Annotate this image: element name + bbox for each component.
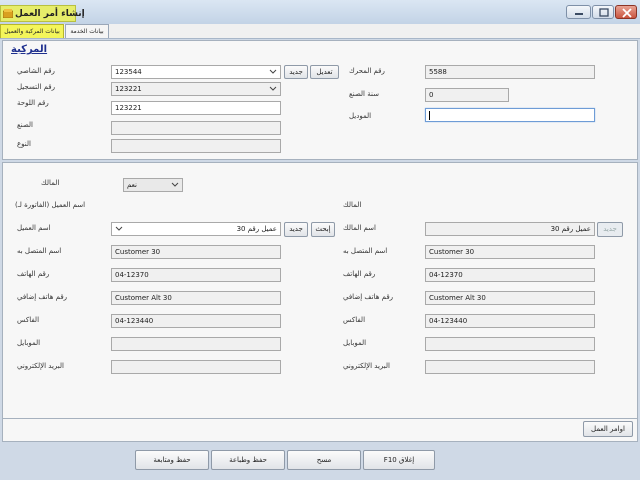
owner-name-input[interactable]: عميل رقم 30 [425, 222, 595, 236]
model-label: الموديل [349, 112, 372, 120]
contact-label: اسم المتصل به [17, 247, 62, 255]
save-follow-button[interactable]: حفظ ومتابعة [135, 450, 209, 470]
window-title-box: إنشاء أمر العمل [0, 5, 85, 22]
work-orders-button[interactable]: اوامر العمل [583, 421, 633, 437]
close-f10-button[interactable]: F10 إغلاق [363, 450, 435, 470]
registration-combo[interactable]: 123221 [111, 82, 281, 96]
fax-input[interactable]: 04-123440 [111, 314, 281, 328]
customer-name-label: اسم العميل [17, 224, 51, 232]
tab-strip: بيانات المركبة والعميل بيانات الخدمة [0, 24, 640, 39]
email-label: البريد الإلكتروني [17, 362, 64, 370]
plate-label: رقم اللوحة [17, 99, 49, 107]
save-print-button[interactable]: حفظ وطباعة [211, 450, 285, 470]
year-label: سنة الصنع [349, 90, 379, 98]
tab-vehicle-customer[interactable]: بيانات المركبة والعميل [0, 24, 64, 38]
owner-phone-label: رقم الهاتف [343, 270, 376, 278]
alt-phone-label: رقم هاتف إضافي [17, 293, 68, 301]
chassis-edit-button[interactable]: تعديل [310, 65, 339, 79]
contact-input[interactable]: Customer 30 [111, 245, 281, 259]
vehicle-panel: المركبة رقم الشاصي 123544 جديد تعديل رقم… [2, 40, 638, 160]
customer-name-combo[interactable]: عميل رقم 30 [111, 222, 281, 236]
maximize-button[interactable] [592, 5, 614, 19]
owner-small-button[interactable]: جديد [597, 222, 623, 237]
mobile-label: الموبايل [17, 339, 41, 347]
owner-alt-phone-label: رقم هاتف إضافي [343, 293, 394, 301]
engine-label: رقم المحرك [349, 67, 385, 75]
minimize-button[interactable] [566, 5, 591, 19]
owner-fax-input[interactable]: 04-123440 [425, 314, 595, 328]
owner-select[interactable]: نعم [123, 178, 183, 192]
chevron-down-icon [115, 226, 123, 231]
fax-label: الفاكس [17, 316, 40, 324]
panel-divider [3, 418, 637, 419]
window-title: إنشاء أمر العمل [15, 9, 85, 19]
owner-email-label: البريد الإلكتروني [343, 362, 390, 370]
customer-search-button[interactable]: إبحث [311, 222, 335, 237]
vehicle-section-title: المركبة [11, 44, 48, 55]
make-label: الصنع [17, 121, 33, 129]
engine-input[interactable]: 5588 [425, 65, 595, 79]
model-input[interactable] [425, 108, 595, 122]
owner-name-label: اسم المالك [343, 224, 376, 232]
owner-section-label: المالك [343, 201, 362, 209]
registration-label: رقم التسجيل [17, 83, 55, 91]
chassis-new-button[interactable]: جديد [284, 65, 308, 79]
owner-email-input[interactable] [425, 360, 595, 374]
tab-service-data[interactable]: بيانات الخدمة [65, 24, 109, 38]
owner-mobile-input[interactable] [425, 337, 595, 351]
type-label: النوع [17, 140, 31, 148]
year-input[interactable]: 0 [425, 88, 509, 102]
phone-input[interactable]: 04-12370 [111, 268, 281, 282]
owner-phone-input[interactable]: 04-12370 [425, 268, 595, 282]
text-caret [429, 110, 430, 120]
phone-label: رقم الهاتف [17, 270, 50, 278]
title-bar: إنشاء أمر العمل [0, 0, 640, 25]
app-icon [3, 9, 13, 18]
alt-phone-input[interactable]: Customer Alt 30 [111, 291, 281, 305]
owner-contact-label: اسم المتصل به [343, 247, 388, 255]
chevron-down-icon [171, 182, 179, 187]
chevron-down-icon [269, 86, 277, 91]
customer-panel: المالك نعم اسم العميل (الفاتورة لـ) الما… [2, 162, 638, 442]
type-input[interactable] [111, 139, 281, 153]
mobile-input[interactable] [111, 337, 281, 351]
footer-bar: حفظ ومتابعة حفظ وطباعة مسح F10 إغلاق [0, 444, 640, 480]
make-input[interactable] [111, 121, 281, 135]
email-input[interactable] [111, 360, 281, 374]
plate-input[interactable]: 123221 [111, 101, 281, 115]
customer-new-button[interactable]: جديد [284, 222, 308, 237]
invoice-name-label: اسم العميل (الفاتورة لـ) [15, 201, 86, 209]
clear-button[interactable]: مسح [287, 450, 361, 470]
owner-contact-input[interactable]: Customer 30 [425, 245, 595, 259]
owner-label: المالك [41, 179, 60, 187]
chevron-down-icon [269, 69, 277, 74]
owner-fax-label: الفاكس [343, 316, 366, 324]
chassis-label: رقم الشاصي [17, 67, 55, 75]
chassis-combo[interactable]: 123544 [111, 65, 281, 79]
owner-mobile-label: الموبايل [343, 339, 367, 347]
close-button[interactable] [615, 5, 637, 19]
owner-alt-phone-input[interactable]: Customer Alt 30 [425, 291, 595, 305]
